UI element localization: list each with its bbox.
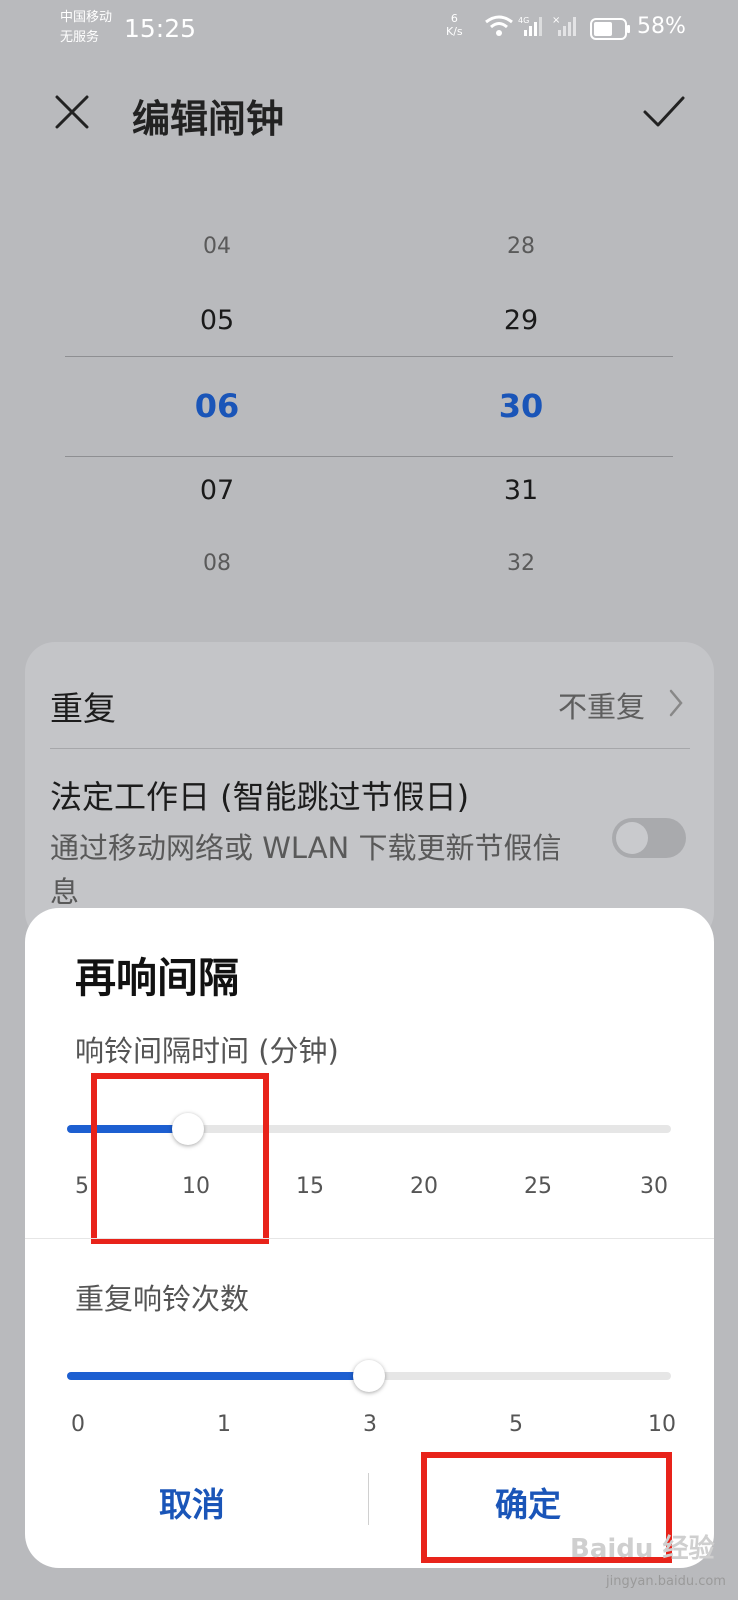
interval-label: 响铃间隔时间 (分钟) [75, 1034, 339, 1068]
service-status: 无服务 [60, 30, 100, 45]
repeat-count-slider-thumb[interactable] [353, 1360, 385, 1392]
status-bar: 中国移动 无服务 15:25 6 K/s 4G × 58% [0, 0, 738, 60]
svg-text:4G: 4G [518, 16, 529, 25]
hour-option[interactable]: 04 [147, 234, 287, 259]
count-tick: 1 [217, 1412, 231, 1437]
battery-icon [590, 18, 630, 40]
watermark-url: jingyan.baidu.com [606, 1574, 726, 1589]
cellular-signal-4g-icon: 4G [518, 16, 542, 36]
minute-option[interactable]: 32 [451, 551, 591, 576]
wifi-icon [485, 15, 513, 36]
hour-option[interactable]: 08 [147, 551, 287, 576]
toggle-knob [616, 822, 648, 854]
battery-percent: 58% [637, 14, 686, 39]
highlight-box-interval [91, 1073, 269, 1244]
interval-tick: 20 [410, 1174, 438, 1199]
dialog-title: 再响间隔 [75, 954, 239, 1002]
net-speed-unit: K/s [446, 25, 463, 38]
minute-option[interactable]: 28 [451, 234, 591, 259]
dialog-divider [25, 1238, 714, 1239]
page-title: 编辑闹钟 [132, 97, 285, 141]
repeat-value[interactable]: 不重复 [558, 684, 645, 726]
count-tick: 0 [71, 1412, 85, 1437]
interval-tick: 15 [296, 1174, 324, 1199]
count-tick: 5 [509, 1412, 523, 1437]
chevron-right-icon[interactable] [668, 688, 684, 718]
hour-picker[interactable]: 04 05 06 07 08 [147, 225, 287, 595]
workday-description: 通过移动网络或 WLAN 下载更新节假信息 [50, 831, 562, 909]
net-speed-value: 6 [450, 12, 458, 25]
close-icon[interactable] [52, 92, 92, 132]
count-tick: 10 [648, 1412, 676, 1437]
net-speed: 6 K/s [446, 12, 463, 38]
row-divider [50, 748, 690, 749]
svg-text:×: × [552, 15, 560, 26]
status-time: 15:25 [124, 14, 197, 43]
minute-option[interactable]: 29 [451, 305, 591, 336]
interval-tick: 30 [640, 1174, 668, 1199]
cellular-signal-no-service-icon: × [552, 15, 576, 36]
repeat-count-label: 重复响铃次数 [75, 1282, 250, 1316]
button-divider [368, 1473, 369, 1525]
repeat-label[interactable]: 重复 [50, 682, 116, 730]
workday-label: 法定工作日 (智能跳过节假日) [50, 778, 470, 816]
watermark: Baidu 经验 [570, 1534, 715, 1564]
minute-picker[interactable]: 28 29 30 31 32 [451, 225, 591, 595]
minute-option[interactable]: 31 [451, 475, 591, 506]
hour-selected[interactable]: 06 [147, 387, 287, 425]
minute-selected[interactable]: 30 [451, 387, 591, 425]
hour-option[interactable]: 05 [147, 305, 287, 336]
workday-toggle[interactable] [612, 818, 686, 858]
interval-tick: 25 [524, 1174, 552, 1199]
checkmark-icon[interactable] [642, 92, 686, 132]
carrier-info: 中国移动 无服务 [60, 8, 112, 48]
carrier-name: 中国移动 [60, 10, 113, 25]
count-tick: 3 [363, 1412, 377, 1437]
repeat-count-slider-fill [67, 1372, 369, 1380]
cancel-button[interactable]: 取消 [92, 1478, 292, 1526]
hour-option[interactable]: 07 [147, 475, 287, 506]
